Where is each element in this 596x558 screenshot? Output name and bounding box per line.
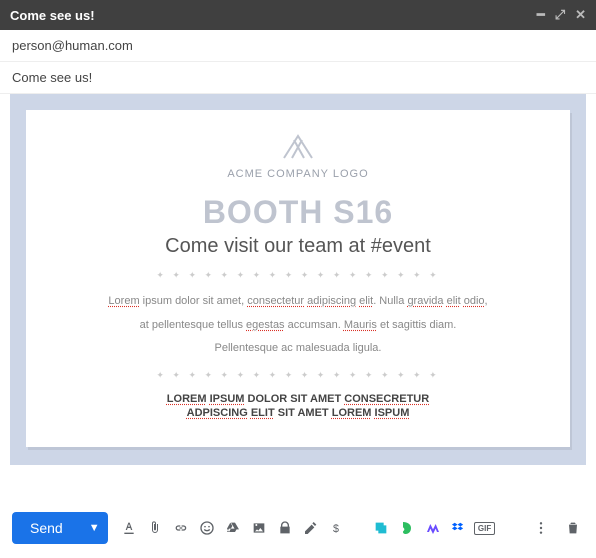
lock-icon[interactable]: [274, 520, 296, 536]
dollar-icon[interactable]: $: [326, 520, 348, 536]
dropbox-icon[interactable]: [448, 520, 470, 536]
boxbee-icon[interactable]: [370, 520, 392, 536]
send-options-button[interactable]: ▼: [81, 512, 108, 544]
svg-text:$: $: [333, 523, 339, 535]
window-controls: ━ ⤢ ✕: [537, 7, 586, 23]
recipient-chip[interactable]: person@human.com: [12, 38, 133, 53]
window-title: Come see us!: [10, 8, 95, 23]
more-options-icon[interactable]: [530, 520, 552, 536]
attach-icon[interactable]: [144, 520, 166, 536]
logo-icon: [278, 130, 318, 160]
paragraph-2: at pellentesque tellus egestas accumsan.…: [56, 317, 540, 335]
close-icon[interactable]: ✕: [575, 7, 586, 23]
email-body[interactable]: ACME COMPANY LOGO BOOTH S16 Come visit o…: [10, 94, 586, 465]
subject-text: Come see us!: [12, 70, 92, 85]
logo-text: ACME COMPANY LOGO: [227, 168, 368, 180]
pen-icon[interactable]: [300, 520, 322, 536]
to-field[interactable]: person@human.com: [0, 30, 596, 62]
drive-icon[interactable]: [222, 520, 244, 536]
tagline: Come visit our team at #event: [56, 235, 540, 258]
paragraph-3: Pellentesque ac malesuada ligula.: [56, 340, 540, 358]
discard-icon[interactable]: [562, 520, 584, 536]
emoji-icon[interactable]: [196, 520, 218, 536]
email-card: ACME COMPANY LOGO BOOTH S16 Come visit o…: [26, 110, 570, 447]
link-icon[interactable]: [170, 520, 192, 536]
send-button[interactable]: Send: [12, 512, 81, 544]
separator-bottom: ✦ ✦ ✦ ✦ ✦ ✦ ✦ ✦ ✦ ✦ ✦ ✦ ✦ ✦ ✦ ✦ ✦ ✦: [56, 370, 540, 381]
logo-block: ACME COMPANY LOGO: [56, 130, 540, 180]
compose-toolbar: Send ▼ $ GIF: [0, 510, 596, 546]
subject-field[interactable]: Come see us!: [0, 62, 596, 94]
paragraph-1: Lorem ipsum dolor sit amet, consectetur …: [56, 293, 540, 311]
mixmax-icon[interactable]: [422, 520, 444, 536]
booth-heading: BOOTH S16: [56, 194, 540, 231]
format-icon[interactable]: [118, 520, 140, 536]
expand-icon[interactable]: ⤢: [555, 7, 565, 23]
send-group: Send ▼: [12, 512, 108, 544]
separator-top: ✦ ✦ ✦ ✦ ✦ ✦ ✦ ✦ ✦ ✦ ✦ ✦ ✦ ✦ ✦ ✦ ✦ ✦: [56, 270, 540, 281]
gif-icon[interactable]: GIF: [474, 522, 496, 535]
bold-line-1: LOREM IPSUM DOLOR SIT AMET CONSECRETUR: [56, 393, 540, 405]
minimize-icon[interactable]: ━: [537, 7, 545, 23]
image-icon[interactable]: [248, 520, 270, 536]
compose-titlebar: Come see us! ━ ⤢ ✕: [0, 0, 596, 30]
evernote-icon[interactable]: [396, 520, 418, 536]
bold-line-2: ADPISCING ELIT SIT AMET LOREM ISPUM: [56, 407, 540, 419]
